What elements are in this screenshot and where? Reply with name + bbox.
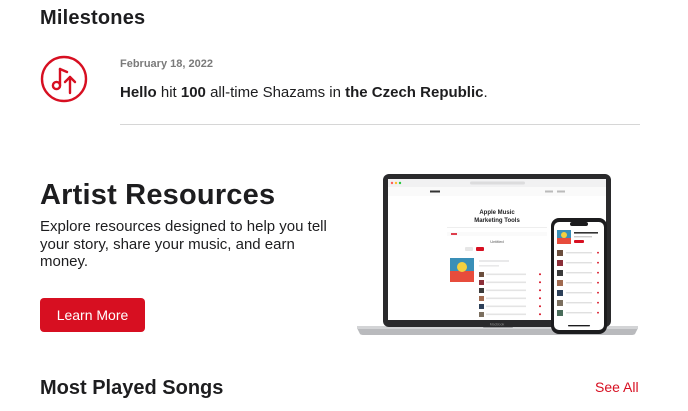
milestone-text: Hello hit 100 all-time Shazams in the Cz… [120, 84, 488, 102]
divider [120, 124, 640, 125]
laptop-heading-line: Apple Music [479, 210, 515, 216]
learn-more-button[interactable]: Learn More [40, 298, 145, 332]
milestone-text-part: all-time Shazams in [205, 84, 346, 101]
artist-resources-heading: Artist Resources [40, 179, 276, 211]
artist-resources-description: Explore resources designed to help you t… [40, 218, 327, 270]
laptop-brand-label: MacBook [490, 323, 505, 327]
laptop-heading-line: Marketing Tools [474, 218, 520, 224]
milestone-text-part: . [483, 84, 488, 101]
music-note-up-arrow-icon [40, 55, 88, 103]
page: Milestones February 18, 2022 Hello hit 1… [0, 0, 688, 411]
laptop-subheading: Untitled [490, 239, 504, 244]
milestone-text-part: hit [156, 84, 181, 101]
devices-image: MacBook Apple Music Marketing Tools Unti… [355, 172, 640, 337]
milestone-date: February 18, 2022 [120, 58, 213, 70]
milestone-song: Hello [120, 84, 157, 101]
milestone-place: the Czech Republic [345, 84, 484, 101]
milestone-count: 100 [180, 84, 206, 101]
milestones-heading: Milestones [40, 7, 146, 29]
most-played-songs-heading: Most Played Songs [40, 377, 224, 399]
see-all-link[interactable]: See All [595, 379, 639, 396]
